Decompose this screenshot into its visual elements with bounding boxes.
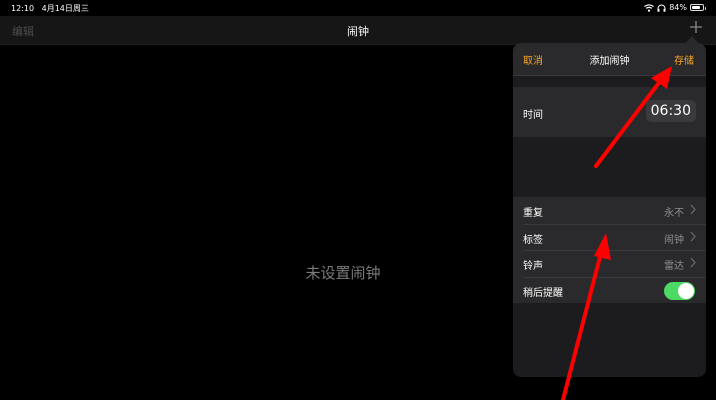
time-row: 时间 06:30 — [513, 87, 706, 137]
headphones-icon — [657, 4, 666, 12]
status-left: 12:10 4月14日周三 — [11, 3, 94, 14]
status-bar: 12:10 4月14日周三 84% — [0, 0, 716, 16]
time-picker[interactable]: 06:30 — [645, 100, 696, 122]
chevron-right-icon — [690, 257, 696, 268]
navigation-bar: 编辑 闹钟 — [0, 16, 716, 45]
status-time: 12:10 — [11, 4, 35, 13]
time-label: 时间 — [523, 110, 543, 121]
battery-icon — [690, 4, 706, 11]
label-value: 闹钟 — [664, 234, 684, 246]
status-right: 84% — [644, 3, 706, 12]
save-button[interactable]: 存储 — [674, 52, 694, 67]
snooze-row: 稍后提醒 — [513, 276, 706, 303]
chevron-right-icon — [690, 231, 696, 241]
popover-header: 取消 添加闹钟 存储 — [513, 43, 706, 76]
chevron-right-icon — [690, 204, 696, 215]
battery-fill — [692, 6, 700, 9]
alarm-options-list: 重复 永不 标签 闹钟 铃声 雷达 稍后提醒 — [513, 197, 706, 303]
repeat-value: 永不 — [664, 208, 684, 219]
status-date: 4月14日周三 — [41, 4, 89, 13]
label-label: 标签 — [523, 234, 543, 246]
page-title: 闹钟 — [347, 25, 369, 38]
empty-state-message: 未设置闹钟 — [305, 264, 381, 282]
wifi-icon — [644, 3, 655, 12]
repeat-label: 重复 — [523, 208, 543, 219]
sound-label: 铃声 — [523, 261, 543, 272]
snooze-label: 稍后提醒 — [523, 287, 563, 299]
label-row[interactable]: 标签 闹钟 — [513, 223, 706, 250]
sound-value: 雷达 — [664, 261, 684, 272]
repeat-row[interactable]: 重复 永不 — [513, 197, 706, 224]
snooze-toggle[interactable] — [664, 281, 695, 300]
plus-icon[interactable] — [688, 19, 704, 35]
toggle-knob — [678, 282, 694, 299]
battery-percent: 84% — [669, 3, 687, 12]
sound-row[interactable]: 铃声 雷达 — [513, 250, 706, 277]
add-alarm-popover: 取消 添加闹钟 存储 时间 06:30 重复 永不 标签 闹钟 铃声 雷达 稍后… — [513, 43, 706, 377]
